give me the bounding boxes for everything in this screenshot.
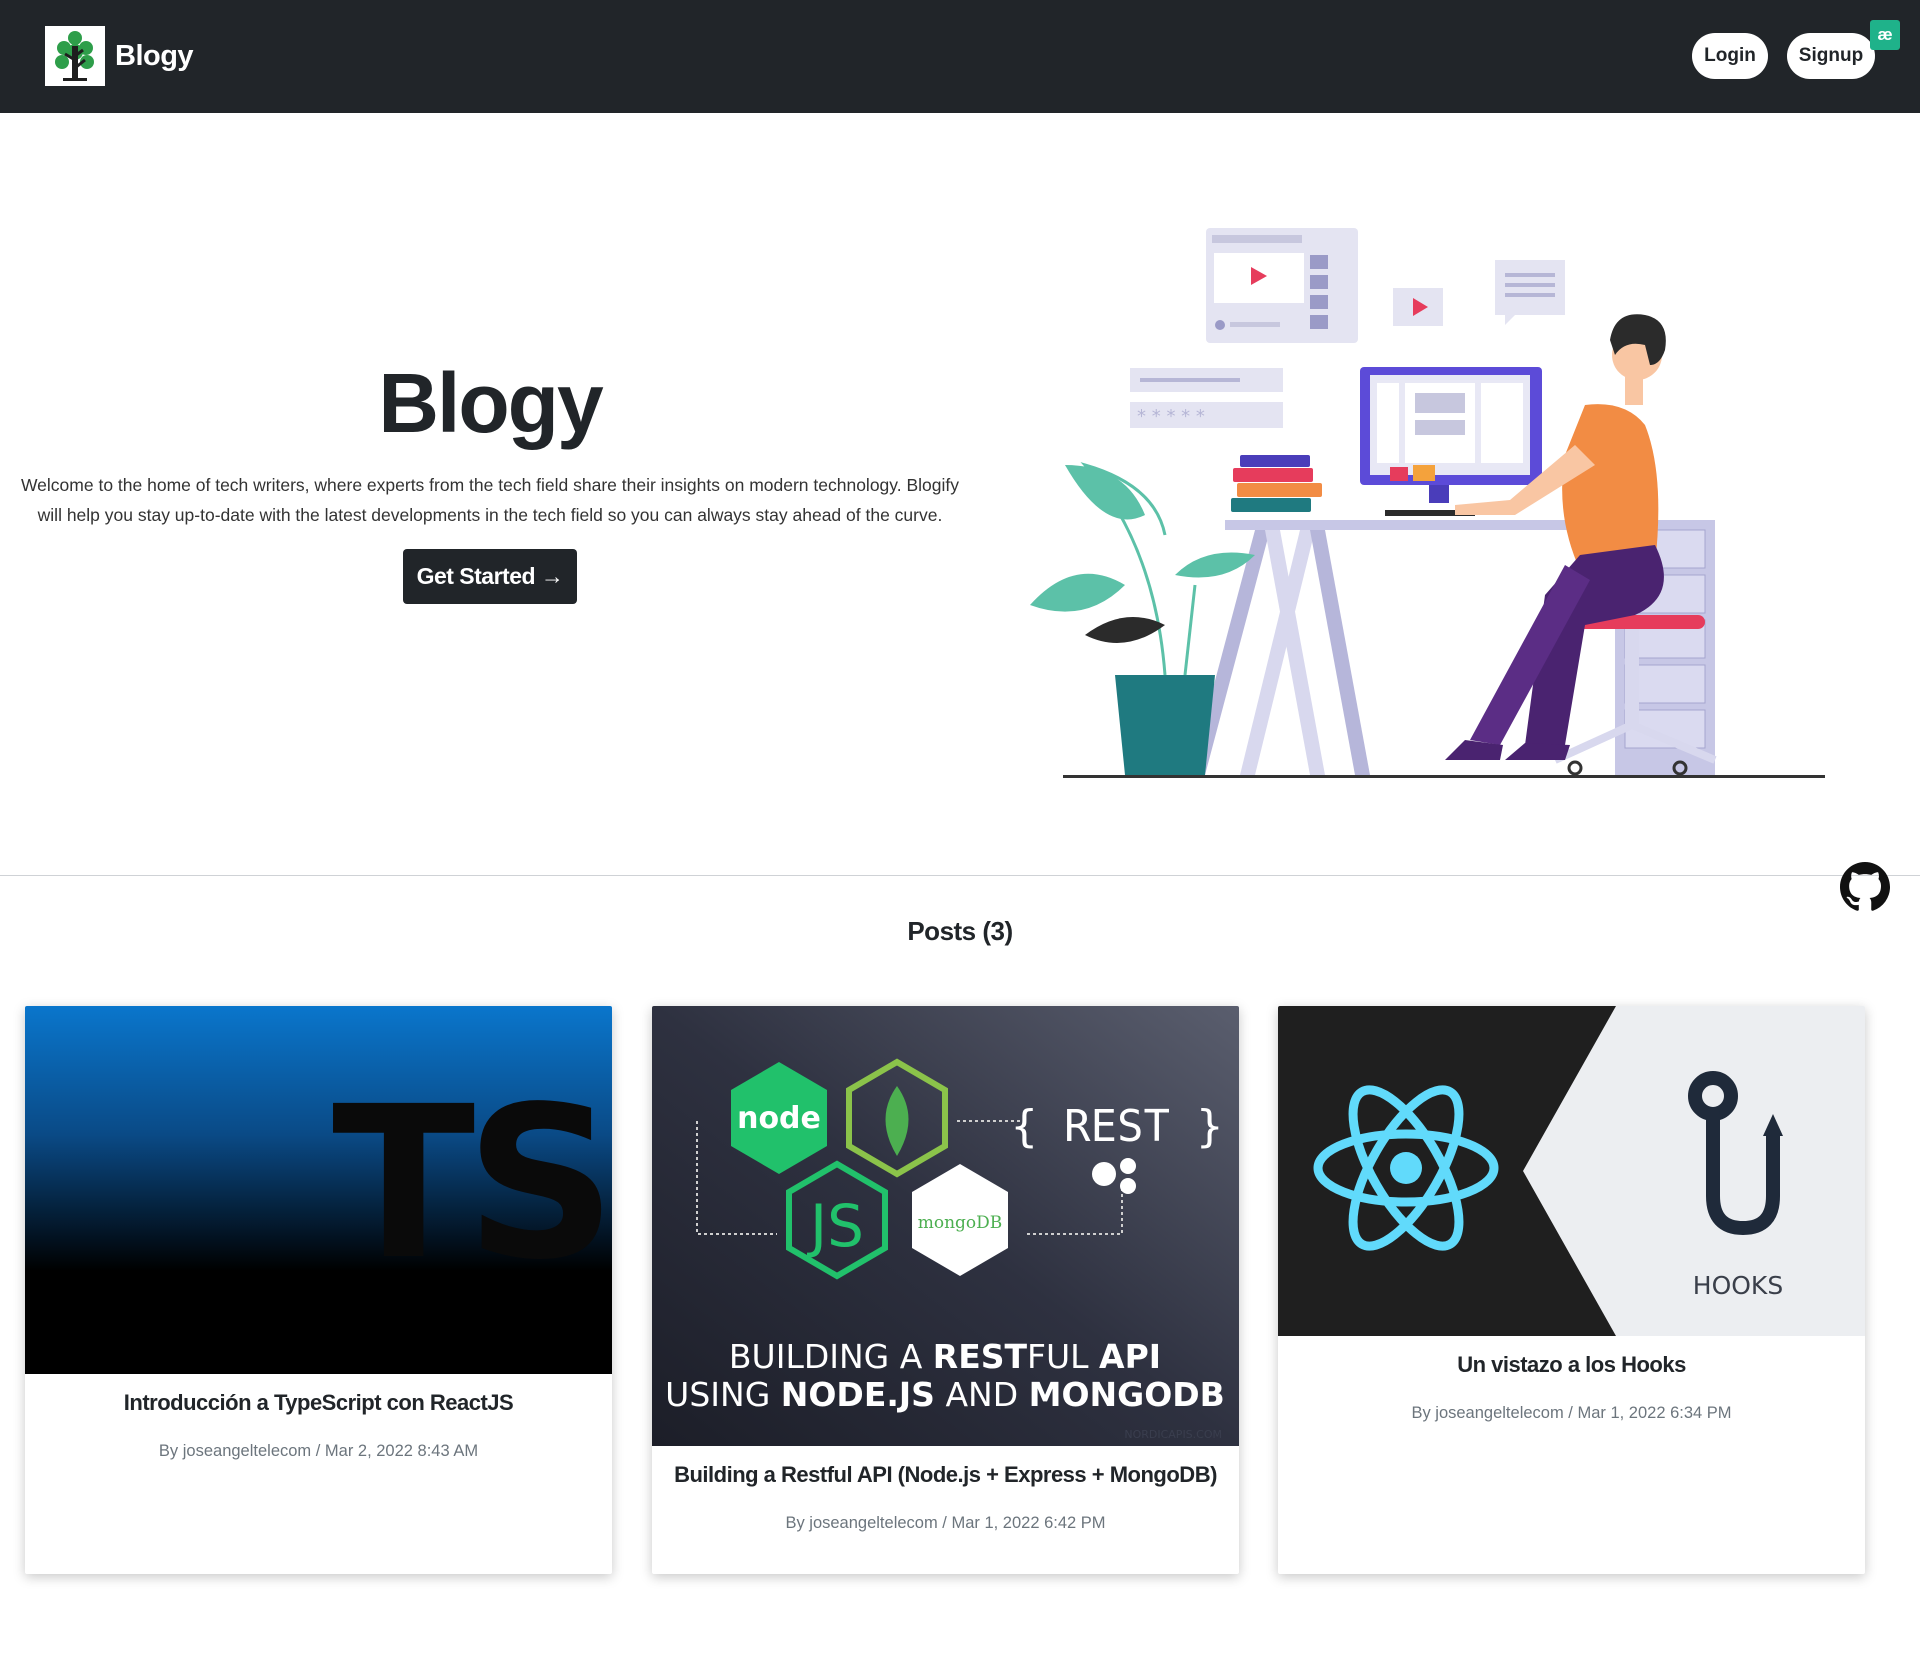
brand-link[interactable]: Blogy <box>45 26 194 86</box>
post-card[interactable]: TS Introducción a TypeScript con ReactJS… <box>25 1006 612 1574</box>
tree-logo-icon <box>45 26 105 86</box>
node-logo-text: node <box>737 1101 821 1136</box>
github-icon[interactable] <box>1840 862 1890 912</box>
post-card[interactable]: HOOKS Un vistazo a los Hooks By joseange… <box>1278 1006 1865 1574</box>
cover-watermark: NORDICAPIS.COM <box>1124 1428 1222 1441</box>
post-title[interactable]: Building a Restful API (Node.js + Expres… <box>652 1462 1239 1488</box>
svg-text:* * * * *: * * * * * <box>1137 406 1205 427</box>
post-cover-image: HOOKS <box>1278 1006 1865 1336</box>
post-meta: By joseangeltelecom / Mar 1, 2022 6:34 P… <box>1411 1404 1732 1422</box>
post-meta: By joseangeltelecom / Mar 2, 2022 8:43 A… <box>158 1442 479 1460</box>
mongodb-logo-text: mongoDB <box>918 1213 1003 1233</box>
get-started-button[interactable]: Get Started → <box>403 549 577 604</box>
ts-logo-text: TS <box>332 1061 607 1306</box>
js-logo-text: JS <box>807 1192 864 1260</box>
post-card[interactable]: node JS mongoDB { REST } BUILDING A REST… <box>652 1006 1239 1574</box>
signup-button[interactable]: Signup <box>1787 33 1875 79</box>
hero-title: Blogy <box>378 356 603 450</box>
hero-description: Welcome to the home of tech writers, whe… <box>20 475 959 525</box>
login-button[interactable]: Login <box>1692 33 1768 79</box>
brand-name: Blogy <box>115 39 194 72</box>
rest-logo-text: { REST } <box>1011 1101 1223 1152</box>
post-cover-image: node JS mongoDB { REST } BUILDING A REST… <box>652 1006 1239 1446</box>
extension-badge-icon[interactable]: æ <box>1870 20 1900 50</box>
post-cover-image: TS <box>25 1006 612 1374</box>
section-divider <box>0 875 1920 876</box>
navbar: Blogy Login Signup æ <box>0 0 1920 113</box>
hooks-logo-text: HOOKS <box>1693 1271 1783 1300</box>
post-title[interactable]: Introducción a TypeScript con ReactJS <box>25 1390 612 1416</box>
developer-at-desk-illustration: * * * * * <box>1030 228 1825 778</box>
posts-heading: Posts (3) <box>907 916 1013 946</box>
post-title[interactable]: Un vistazo a los Hooks <box>1278 1352 1865 1378</box>
post-meta: By joseangeltelecom / Mar 1, 2022 6:42 P… <box>785 1514 1106 1532</box>
cover-headline-line-1: BUILDING A RESTFUL API <box>729 1337 1161 1376</box>
cover-headline-line-2: USING NODE.JS AND MONGODB <box>665 1375 1225 1414</box>
